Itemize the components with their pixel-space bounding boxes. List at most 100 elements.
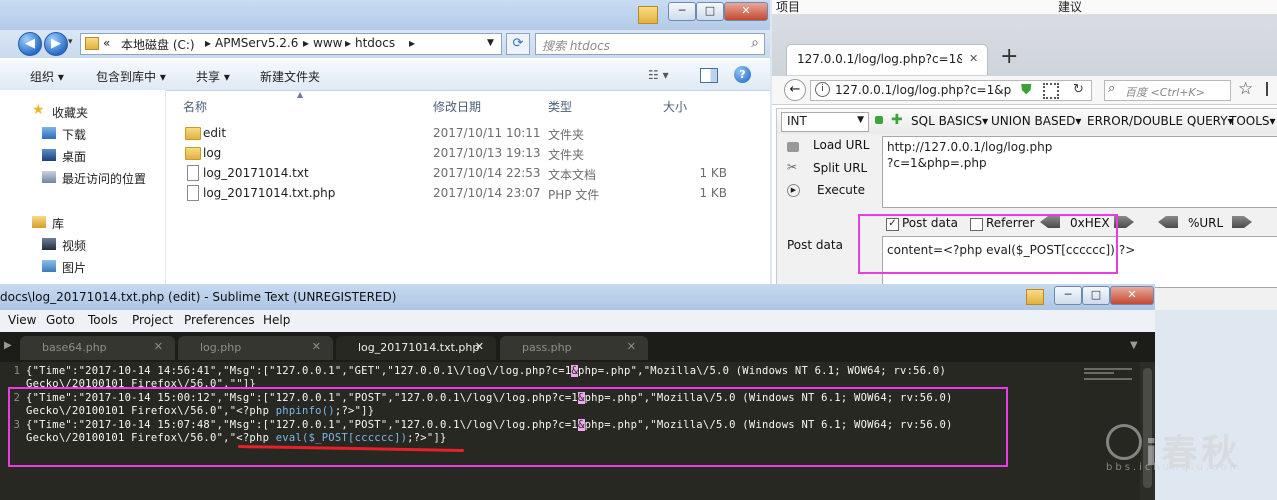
url-encode-label[interactable]: %URL: [1188, 216, 1223, 230]
breadcrumb-overflow[interactable]: «: [103, 36, 110, 50]
nav-downloads[interactable]: 下载: [62, 126, 86, 143]
file-type: PHP 文件: [548, 188, 600, 202]
nav-favorites[interactable]: 收藏夹: [52, 104, 88, 121]
line-number: 1: [13, 365, 20, 377]
execute-button[interactable]: Execute: [817, 183, 865, 197]
menu-view[interactable]: View: [8, 313, 36, 327]
browser-tab[interactable]: 127.0.0.1/log/log.php?c=1&ph ✕: [786, 44, 988, 75]
column-date[interactable]: 修改日期: [433, 98, 481, 115]
menu-project[interactable]: Project: [132, 313, 173, 327]
tab-close-icon[interactable]: ✕: [969, 52, 978, 65]
menu-union-based[interactable]: UNION BASED▾: [991, 114, 1081, 128]
minus-icon[interactable]: [875, 116, 883, 124]
menu-sql-basics[interactable]: SQL BASICS▾: [911, 114, 988, 128]
file-row[interactable]: log_20171014.txt.php 2017/10/14 23:07 PH…: [175, 183, 770, 203]
file-type: 文件夹: [548, 148, 585, 162]
tab-log-20171014[interactable]: log_20171014.txt.php ✕: [336, 336, 496, 360]
split-url-button[interactable]: Split URL: [813, 161, 867, 175]
back-arrow-icon[interactable]: ←: [784, 79, 806, 101]
nav-pictures[interactable]: 图片: [62, 259, 86, 276]
file-list-header: 名称 ▲ 修改日期 类型 大小: [175, 90, 770, 115]
close-button[interactable]: ✕: [724, 2, 768, 21]
nav-recent[interactable]: 最近访问的位置: [62, 170, 146, 187]
menu-tools[interactable]: TOOLS▾: [1229, 114, 1276, 128]
menu-tools[interactable]: Tools: [88, 313, 118, 327]
shield-icon[interactable]: ⛊: [1021, 82, 1032, 98]
refresh-icon[interactable]: ⟳: [506, 33, 530, 55]
column-header-suggestion: 建议: [1058, 0, 1083, 14]
history-dropdown-icon[interactable]: ▾: [68, 37, 73, 47]
close-icon[interactable]: ✕: [154, 340, 163, 353]
close-icon[interactable]: ✕: [627, 340, 636, 353]
close-icon[interactable]: ✕: [312, 340, 321, 353]
file-row[interactable]: edit 2017/10/11 10:11 文件夹: [175, 123, 770, 143]
nav-library[interactable]: 库: [52, 215, 64, 232]
close-button[interactable]: ✕: [1110, 286, 1154, 305]
plus-icon[interactable]: ✚: [891, 112, 903, 128]
php-file-icon: [187, 185, 199, 201]
menu-preferences[interactable]: Preferences: [184, 313, 255, 327]
close-icon[interactable]: ✕: [475, 340, 484, 353]
search-placeholder: 百度 <Ctrl+K>: [1125, 86, 1205, 99]
nav-videos[interactable]: 视频: [62, 237, 86, 254]
sidebar-toggle-icon[interactable]: ▶: [4, 340, 12, 351]
search-input[interactable]: 搜索 htdocs ⌕: [535, 33, 765, 55]
chevron-down-icon[interactable]: ▼: [487, 38, 494, 48]
breadcrumb-drive[interactable]: 本地磁盘 (C:): [121, 36, 195, 53]
post-data-label: Post data: [787, 238, 843, 252]
column-type[interactable]: 类型: [548, 98, 572, 115]
maximize-button[interactable]: □: [1082, 286, 1110, 305]
file-type: 文本文档: [548, 168, 597, 182]
new-folder-button[interactable]: 新建文件夹: [260, 68, 320, 85]
search-icon[interactable]: ⌕: [751, 35, 759, 51]
download-folder-icon: [42, 127, 56, 139]
file-row[interactable]: log_20171014.txt 2017/10/14 22:53 文本文档 1…: [175, 163, 770, 183]
url-bar[interactable]: i 127.0.0.1/log/log.php?c=1&p ⛊ ↻: [810, 80, 1092, 101]
column-size[interactable]: 大小: [663, 98, 687, 115]
help-icon[interactable]: ?: [734, 66, 751, 83]
reload-icon[interactable]: ↻: [1073, 82, 1084, 97]
minimize-button[interactable]: ─: [1054, 286, 1082, 305]
folder-icon: [638, 6, 658, 24]
menu-help[interactable]: Help: [263, 313, 290, 327]
info-icon[interactable]: i: [815, 82, 830, 97]
load-url-button[interactable]: Load URL: [813, 138, 869, 152]
file-type: 文件夹: [548, 128, 585, 142]
organize-button[interactable]: 组织 ▾: [30, 68, 64, 85]
reading-list-icon[interactable]: [1266, 82, 1277, 96]
breadcrumb-www[interactable]: www: [313, 36, 342, 50]
minimize-button[interactable]: ─: [668, 2, 696, 21]
address-bar[interactable]: « 本地磁盘 (C:) ▸ APMServ5.2.6 ▸ www ▸ htdoc…: [80, 33, 502, 55]
tab-log[interactable]: log.php ✕: [178, 336, 333, 360]
file-size: 1 KB: [699, 166, 727, 180]
column-name[interactable]: 名称: [183, 98, 207, 115]
hackbar-url-textarea[interactable]: http://127.0.0.1/log/log.php ?c=1&php=.p…: [882, 136, 1277, 208]
forward-arrow-icon[interactable]: ▶: [44, 32, 68, 56]
file-row[interactable]: log 2017/10/13 19:13 文件夹: [175, 143, 770, 163]
view-options-icon[interactable]: ☷ ▾: [648, 68, 669, 82]
back-arrow-icon[interactable]: ◀: [18, 32, 42, 56]
share-button[interactable]: 共享 ▾: [196, 68, 230, 85]
breadcrumb-htdocs[interactable]: htdocs: [355, 36, 395, 50]
tab-pass[interactable]: pass.php ✕: [500, 336, 648, 360]
menu-goto[interactable]: Goto: [46, 313, 75, 327]
breadcrumb-apmserv[interactable]: APMServ5.2.6: [215, 36, 298, 50]
menu-error-double-query[interactable]: ERROR/DOUBLE QUERY▾: [1087, 114, 1234, 128]
new-tab-button[interactable]: +: [1000, 44, 1018, 69]
include-library-button[interactable]: 包含到库中 ▾: [96, 68, 166, 85]
tab-overflow-icon[interactable]: ▼: [1130, 340, 1138, 351]
highlight-box: [858, 214, 1118, 274]
maximize-button[interactable]: □: [696, 2, 724, 21]
browser-search-input[interactable]: ⌕ 百度 <Ctrl+K>: [1104, 80, 1231, 101]
qr-code-icon[interactable]: [1043, 83, 1059, 99]
int-select[interactable]: INT ▼: [781, 112, 869, 132]
file-date: 2017/10/14 23:07: [433, 186, 541, 200]
nav-desktop[interactable]: 桌面: [62, 148, 86, 165]
tab-base64[interactable]: base64.php ✕: [20, 336, 175, 360]
code-text: php=.php","Mozilla\/5.0 (Windows NT 6.1;…: [578, 365, 947, 377]
highlight-box: [8, 387, 1008, 467]
preview-pane-icon[interactable]: [700, 68, 718, 83]
navigation-pane: ★ 收藏夹 下载 桌面 最近访问的位置 库 视频 图片: [0, 90, 166, 290]
bookmark-star-icon[interactable]: ☆: [1238, 79, 1253, 99]
load-url-icon: [787, 142, 799, 152]
